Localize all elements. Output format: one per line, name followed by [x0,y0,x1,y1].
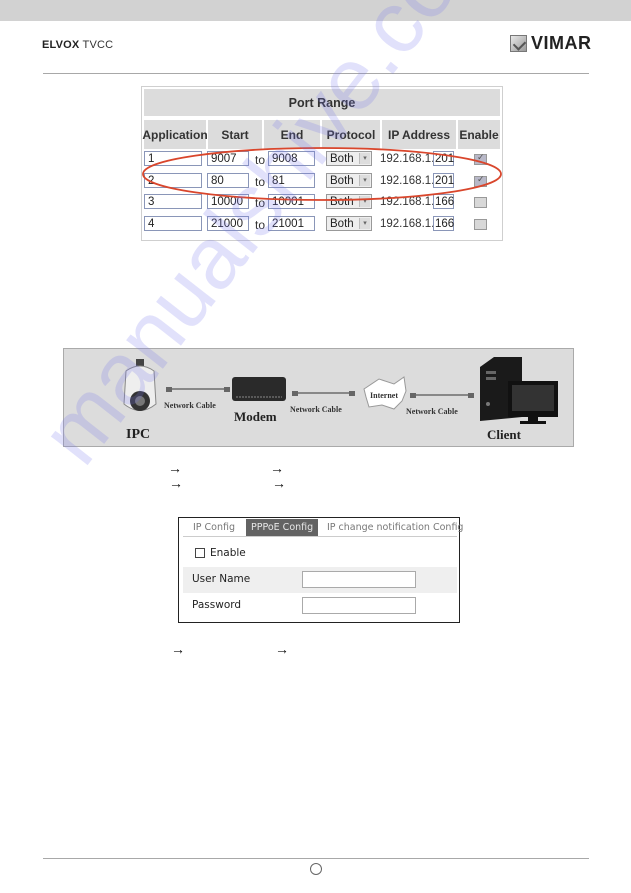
tab-ip-change-notification-config[interactable]: IP change notification Config [322,519,468,536]
cable-label-3: Network Cable [406,407,458,416]
arrow-right-icon: → [272,475,286,491]
user-name-label: User Name [192,573,251,585]
pppoe-config-panel: IP Config PPPoE Config IP change notific… [178,517,463,623]
arrow-right-icon: → [270,460,284,476]
brand-elvox: ELVOX [42,39,80,51]
top-bar [0,0,631,21]
modem-label: Modem [234,409,277,424]
application-input[interactable]: 4 [144,216,202,231]
ipc-label: IPC [126,427,151,442]
tab-pppoe-config[interactable]: PPPoE Config [246,519,319,536]
config-tabs: IP Config PPPoE Config IP change notific… [183,518,463,537]
brand-tvcc: TVCC [82,39,114,51]
enable-row: Enable [183,541,457,567]
client-computer-icon [480,357,558,424]
arrow-right-icon: → [275,641,289,657]
network-cable-icon [166,387,230,392]
ipc-camera-icon [123,359,157,411]
vimar-logo: VIMAR [510,33,592,53]
enable-label: Enable [210,547,246,559]
port-range-title: Port Range [144,89,500,116]
modem-icon [232,377,286,401]
to-label: to [255,218,266,232]
ip-last-octet-input[interactable]: 166 [433,216,454,231]
start-port-input[interactable]: 21000 [207,216,249,231]
elvox-tvcc-logo: ELVOX TVCC [42,39,113,51]
protocol-value: Both [330,218,354,230]
client-label: Client [487,427,521,442]
arrow-right-icon: → [168,460,182,476]
highlight-ellipse [142,147,502,201]
ip-prefix: 192.168.1. [380,218,435,230]
password-label: Password [192,599,242,611]
cable-label-2: Network Cable [290,405,342,414]
password-input[interactable] [302,597,416,614]
network-diagram: IPC Network Cable Modem Network Cable In… [63,348,574,447]
tab-ip-config[interactable]: IP Config [188,519,240,536]
footer-divider [43,858,589,859]
highlight-ellipse-shape [142,147,502,201]
header-divider [43,73,589,74]
enable-checkbox[interactable] [474,219,487,230]
enable-checkbox[interactable] [195,548,205,558]
vimar-text: VIMAR [531,32,592,53]
port-range-row: 4 21000 to 21001 Both ▾ 192.168.1. 166 [142,216,504,236]
page-number-circle [310,863,322,875]
network-cable-icon [410,393,474,398]
arrow-right-icon: → [169,475,183,491]
password-row: Password [183,593,457,619]
internet-label: Internet [370,391,398,400]
cable-label-1: Network Cable [164,401,216,410]
vimar-logo-icon [510,34,527,52]
end-port-input[interactable]: 21001 [268,216,315,231]
user-name-row: User Name [183,567,457,593]
arrow-right-icon: → [171,641,185,657]
protocol-select[interactable]: Both ▾ [326,216,372,231]
user-name-input[interactable] [302,571,416,588]
network-cable-icon [292,391,355,396]
dropdown-arrow-icon: ▾ [359,218,370,229]
